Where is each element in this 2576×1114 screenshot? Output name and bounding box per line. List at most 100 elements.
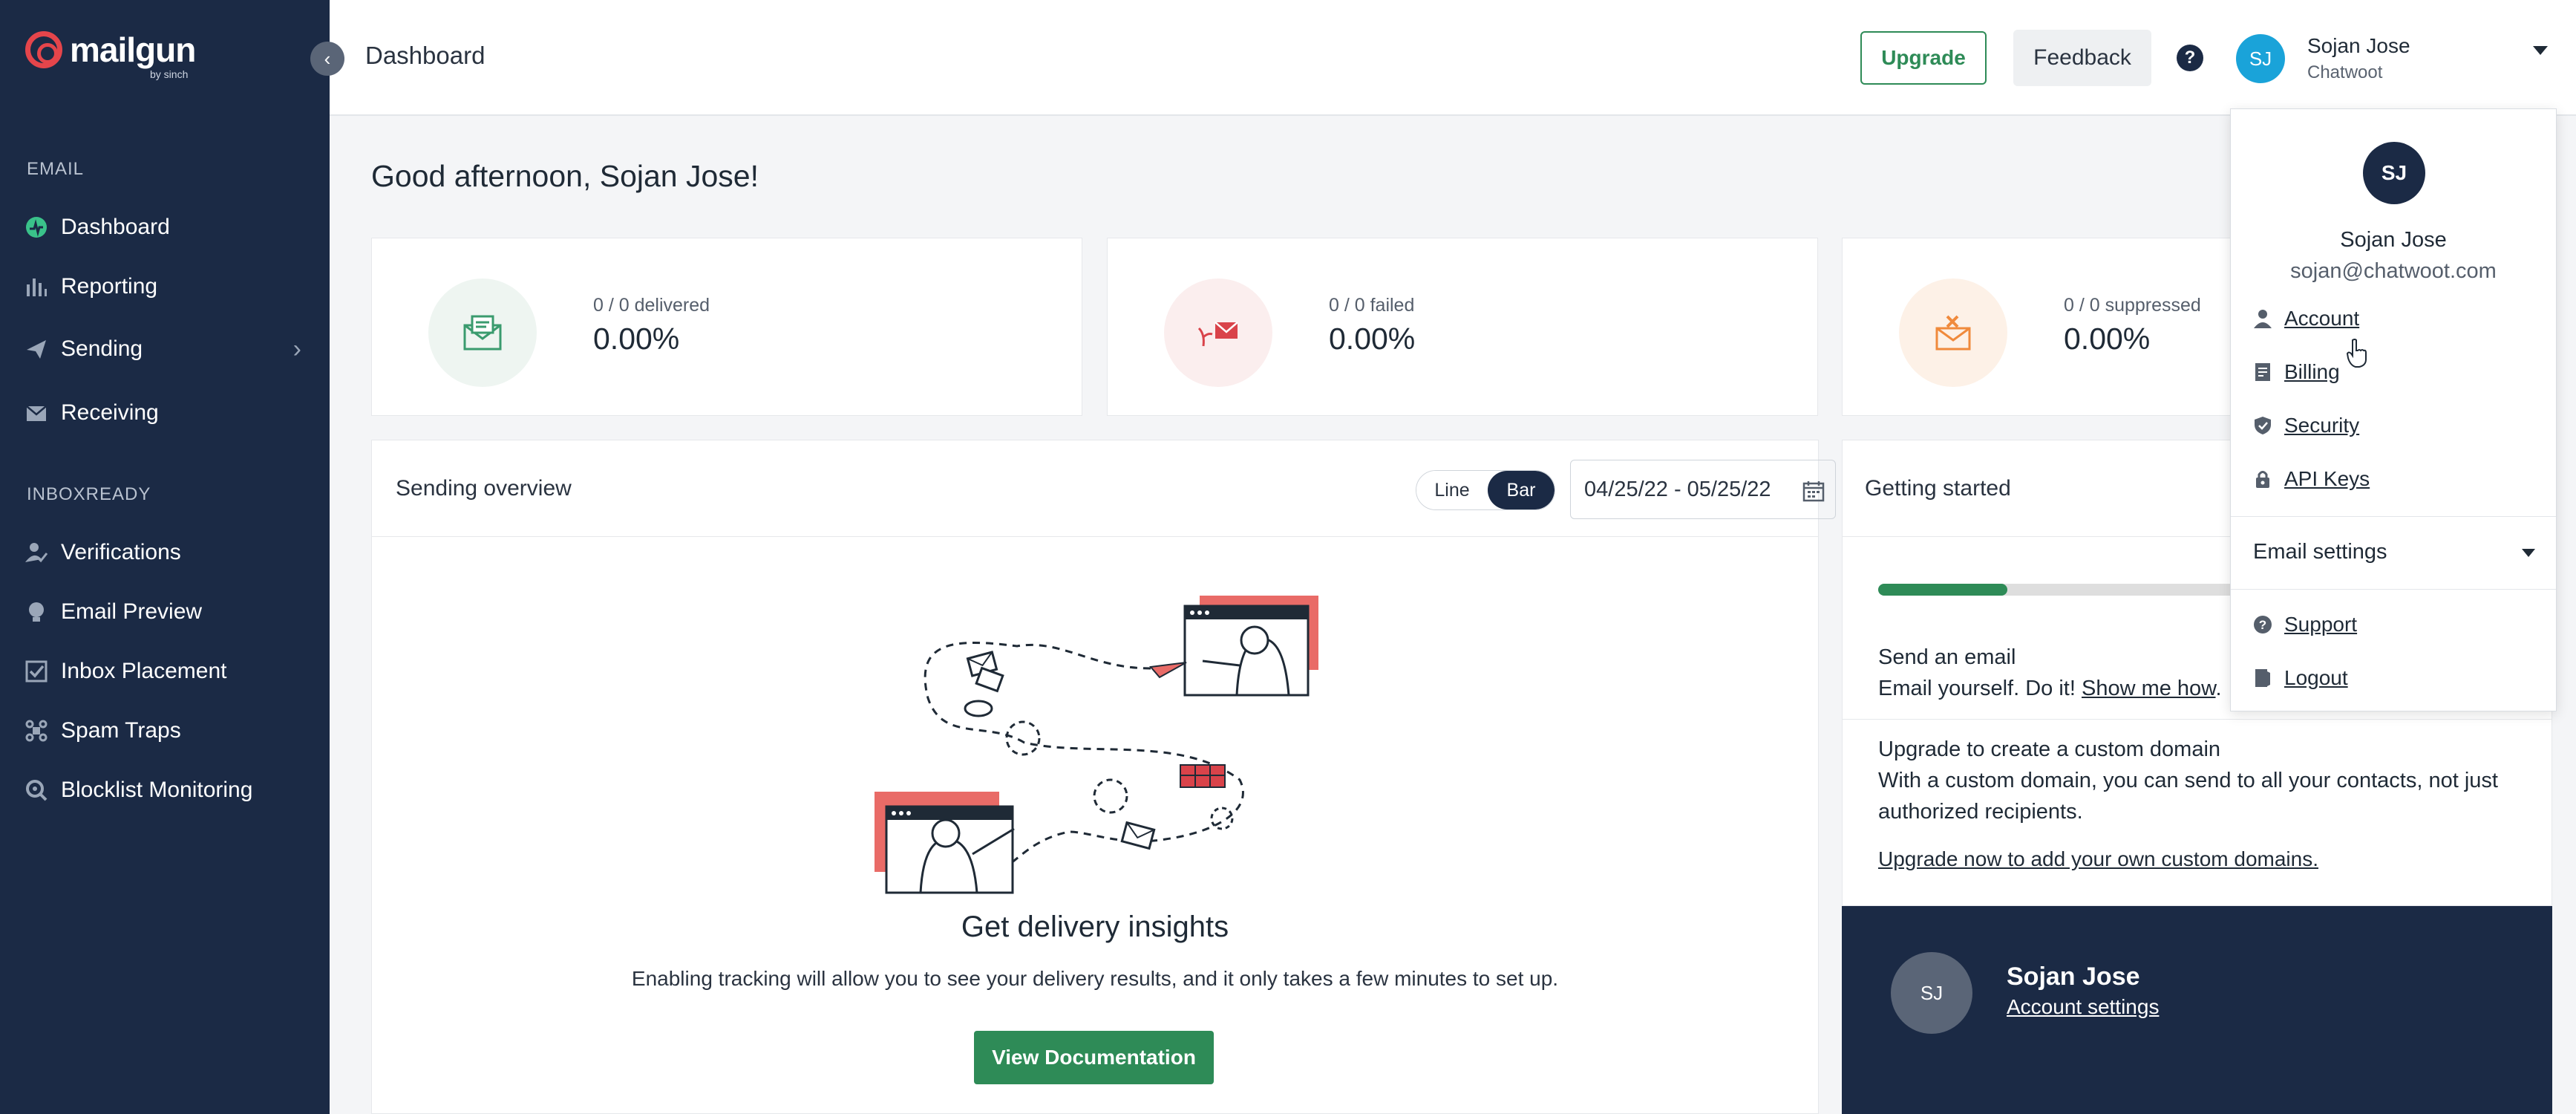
stat-value: 0.00% bbox=[2064, 322, 2151, 356]
upgrade-custom-domain-link[interactable]: Upgrade now to add your own custom domai… bbox=[1878, 844, 2318, 875]
avatar: SJ bbox=[1891, 952, 1972, 1034]
sidebar-item-reporting[interactable]: Reporting bbox=[25, 264, 315, 309]
lock-icon bbox=[2253, 469, 2272, 489]
email-settings-label: Email settings bbox=[2253, 540, 2387, 564]
panel-title: Sending overview bbox=[396, 476, 572, 501]
toggle-bar[interactable]: Bar bbox=[1488, 471, 1555, 509]
chevron-right-icon: › bbox=[292, 334, 301, 363]
sidebar-item-sending[interactable]: Sending › bbox=[25, 327, 315, 371]
user-name: Sojan Jose bbox=[2307, 34, 2410, 57]
calendar-icon bbox=[1802, 480, 1825, 508]
caret-down-icon bbox=[2522, 549, 2535, 557]
menu-item-support[interactable]: ? Support bbox=[2253, 613, 2357, 636]
account-settings-link[interactable]: Account settings bbox=[2007, 995, 2159, 1019]
mailgun-logo[interactable]: mailgun by sinch bbox=[25, 30, 196, 80]
stat-label: 0 / 0 delivered bbox=[593, 295, 710, 316]
menu-item-security[interactable]: Security bbox=[2253, 414, 2359, 437]
divider bbox=[2231, 516, 2556, 517]
avatar[interactable]: SJ bbox=[2236, 34, 2285, 83]
upgrade-step: Upgrade to create a custom domain With a… bbox=[1878, 734, 2531, 827]
step-text: Email yourself. Do it! Show me how. bbox=[1878, 673, 2222, 704]
chart-type-toggle: Line Bar bbox=[1416, 470, 1555, 510]
inbox-icon bbox=[25, 402, 48, 424]
avatar: SJ bbox=[2363, 142, 2425, 204]
help-icon[interactable]: ? bbox=[2177, 45, 2203, 71]
bar-chart-icon bbox=[25, 276, 48, 298]
page-title: Dashboard bbox=[365, 42, 486, 69]
shield-icon bbox=[2253, 416, 2272, 435]
lightbulb-icon bbox=[25, 601, 48, 623]
feedback-button[interactable]: Feedback bbox=[2013, 30, 2151, 86]
show-me-how-link[interactable]: Show me how bbox=[2082, 677, 2216, 700]
sidebar-item-blocklist-monitoring[interactable]: Blocklist Monitoring bbox=[25, 768, 315, 812]
sidebar-item-label: Blocklist Monitoring bbox=[61, 778, 253, 802]
caret-down-icon[interactable] bbox=[2533, 46, 2548, 55]
sidebar-item-spam-traps[interactable]: Spam Traps bbox=[25, 709, 315, 753]
empty-state-title: Get delivery insights bbox=[961, 911, 1229, 943]
step-text-body: Email yourself. Do it! bbox=[1878, 677, 2076, 700]
hand-cursor-icon bbox=[2346, 339, 2367, 368]
step-title: Send an email bbox=[1878, 645, 2016, 669]
dropdown-user-name: Sojan Jose bbox=[2340, 228, 2447, 252]
sidebar-item-dashboard[interactable]: Dashboard bbox=[25, 205, 315, 250]
dashboard-icon bbox=[25, 216, 48, 238]
user-check-icon bbox=[25, 541, 48, 564]
sidebar-item-label: Inbox Placement bbox=[61, 659, 227, 683]
progress-fill bbox=[1878, 584, 2007, 596]
date-range-value: 04/25/22 - 05/25/22 bbox=[1584, 477, 1771, 501]
sidebar-item-label: Receiving bbox=[61, 400, 159, 425]
brand-name: mailgun bbox=[70, 30, 196, 69]
user-menu-toggle[interactable]: Sojan Jose Chatwoot bbox=[2307, 33, 2410, 86]
collapse-sidebar-button[interactable]: ‹ bbox=[310, 42, 344, 76]
help-circle-icon: ? bbox=[2253, 615, 2272, 634]
view-documentation-button[interactable]: View Documentation bbox=[974, 1031, 1214, 1084]
monitor-icon bbox=[25, 779, 48, 801]
account-card: SJ Sojan Jose Account settings bbox=[1842, 906, 2552, 1114]
menu-item-account[interactable]: Account bbox=[2253, 307, 2359, 330]
panel-header: Sending overview Line Bar 04/25/22 - 05/… bbox=[372, 440, 1836, 537]
sidebar-item-label: Dashboard bbox=[61, 215, 170, 239]
sidebar: mailgun by sinch EMAIL Dashboard Reporti… bbox=[0, 0, 330, 1114]
envelope-delivered-icon bbox=[428, 278, 537, 387]
checkbox-icon bbox=[25, 660, 48, 683]
sidebar-item-verifications[interactable]: Verifications bbox=[25, 530, 315, 575]
section-email: EMAIL bbox=[27, 159, 85, 179]
paper-plane-icon bbox=[25, 338, 48, 360]
sidebar-item-receiving[interactable]: Receiving bbox=[25, 391, 315, 435]
menu-item-api-keys[interactable]: API Keys bbox=[2253, 467, 2370, 491]
person-icon bbox=[2253, 309, 2272, 328]
sidebar-item-label: Sending bbox=[61, 336, 143, 361]
logout-icon bbox=[2253, 668, 2272, 688]
email-settings-toggle[interactable]: Email settings bbox=[2253, 540, 2535, 564]
toggle-line[interactable]: Line bbox=[1416, 471, 1488, 509]
sidebar-item-inbox-placement[interactable]: Inbox Placement bbox=[25, 649, 315, 694]
account-card-name: Sojan Jose bbox=[2007, 962, 2140, 991]
menu-item-label: Support bbox=[2284, 613, 2358, 636]
panel-title: Getting started bbox=[1865, 476, 2011, 501]
section-inboxready: INBOXREADY bbox=[27, 484, 151, 504]
send-email-step: Send an email Email yourself. Do it! Sho… bbox=[1878, 642, 2222, 704]
sidebar-item-label: Spam Traps bbox=[61, 718, 181, 743]
divider bbox=[2231, 589, 2556, 590]
logo-at-icon bbox=[25, 31, 62, 68]
step-text: With a custom domain, you can send to al… bbox=[1878, 769, 2498, 824]
upgrade-button[interactable]: Upgrade bbox=[1860, 31, 1987, 85]
menu-item-label: Account bbox=[2284, 307, 2360, 330]
step-text-end: . bbox=[2215, 677, 2222, 700]
empty-state-text: Enabling tracking will allow you to see … bbox=[631, 967, 1559, 990]
brand-sub: by sinch bbox=[150, 68, 189, 80]
date-range-picker[interactable]: 04/25/22 - 05/25/22 bbox=[1570, 460, 1836, 519]
delivery-illustration bbox=[875, 596, 1318, 894]
svg-text:?: ? bbox=[2259, 618, 2266, 632]
divider bbox=[1842, 719, 2552, 720]
sidebar-item-email-preview[interactable]: Email Preview bbox=[25, 590, 315, 634]
stat-card-failed: 0 / 0 failed 0.00% bbox=[1107, 238, 1818, 416]
menu-item-billing[interactable]: Billing bbox=[2253, 360, 2340, 384]
menu-item-logout[interactable]: Logout bbox=[2253, 666, 2348, 690]
top-header: Dashboard Upgrade Feedback ? SJ Sojan Jo… bbox=[330, 0, 2576, 116]
user-dropdown-menu: SJ Sojan Jose sojan@chatwoot.com Account… bbox=[2230, 108, 2557, 711]
trap-icon bbox=[25, 720, 48, 742]
envelope-suppressed-icon bbox=[1899, 278, 2007, 387]
menu-item-label: API Keys bbox=[2284, 467, 2370, 490]
stat-label: 0 / 0 failed bbox=[1329, 295, 1415, 316]
